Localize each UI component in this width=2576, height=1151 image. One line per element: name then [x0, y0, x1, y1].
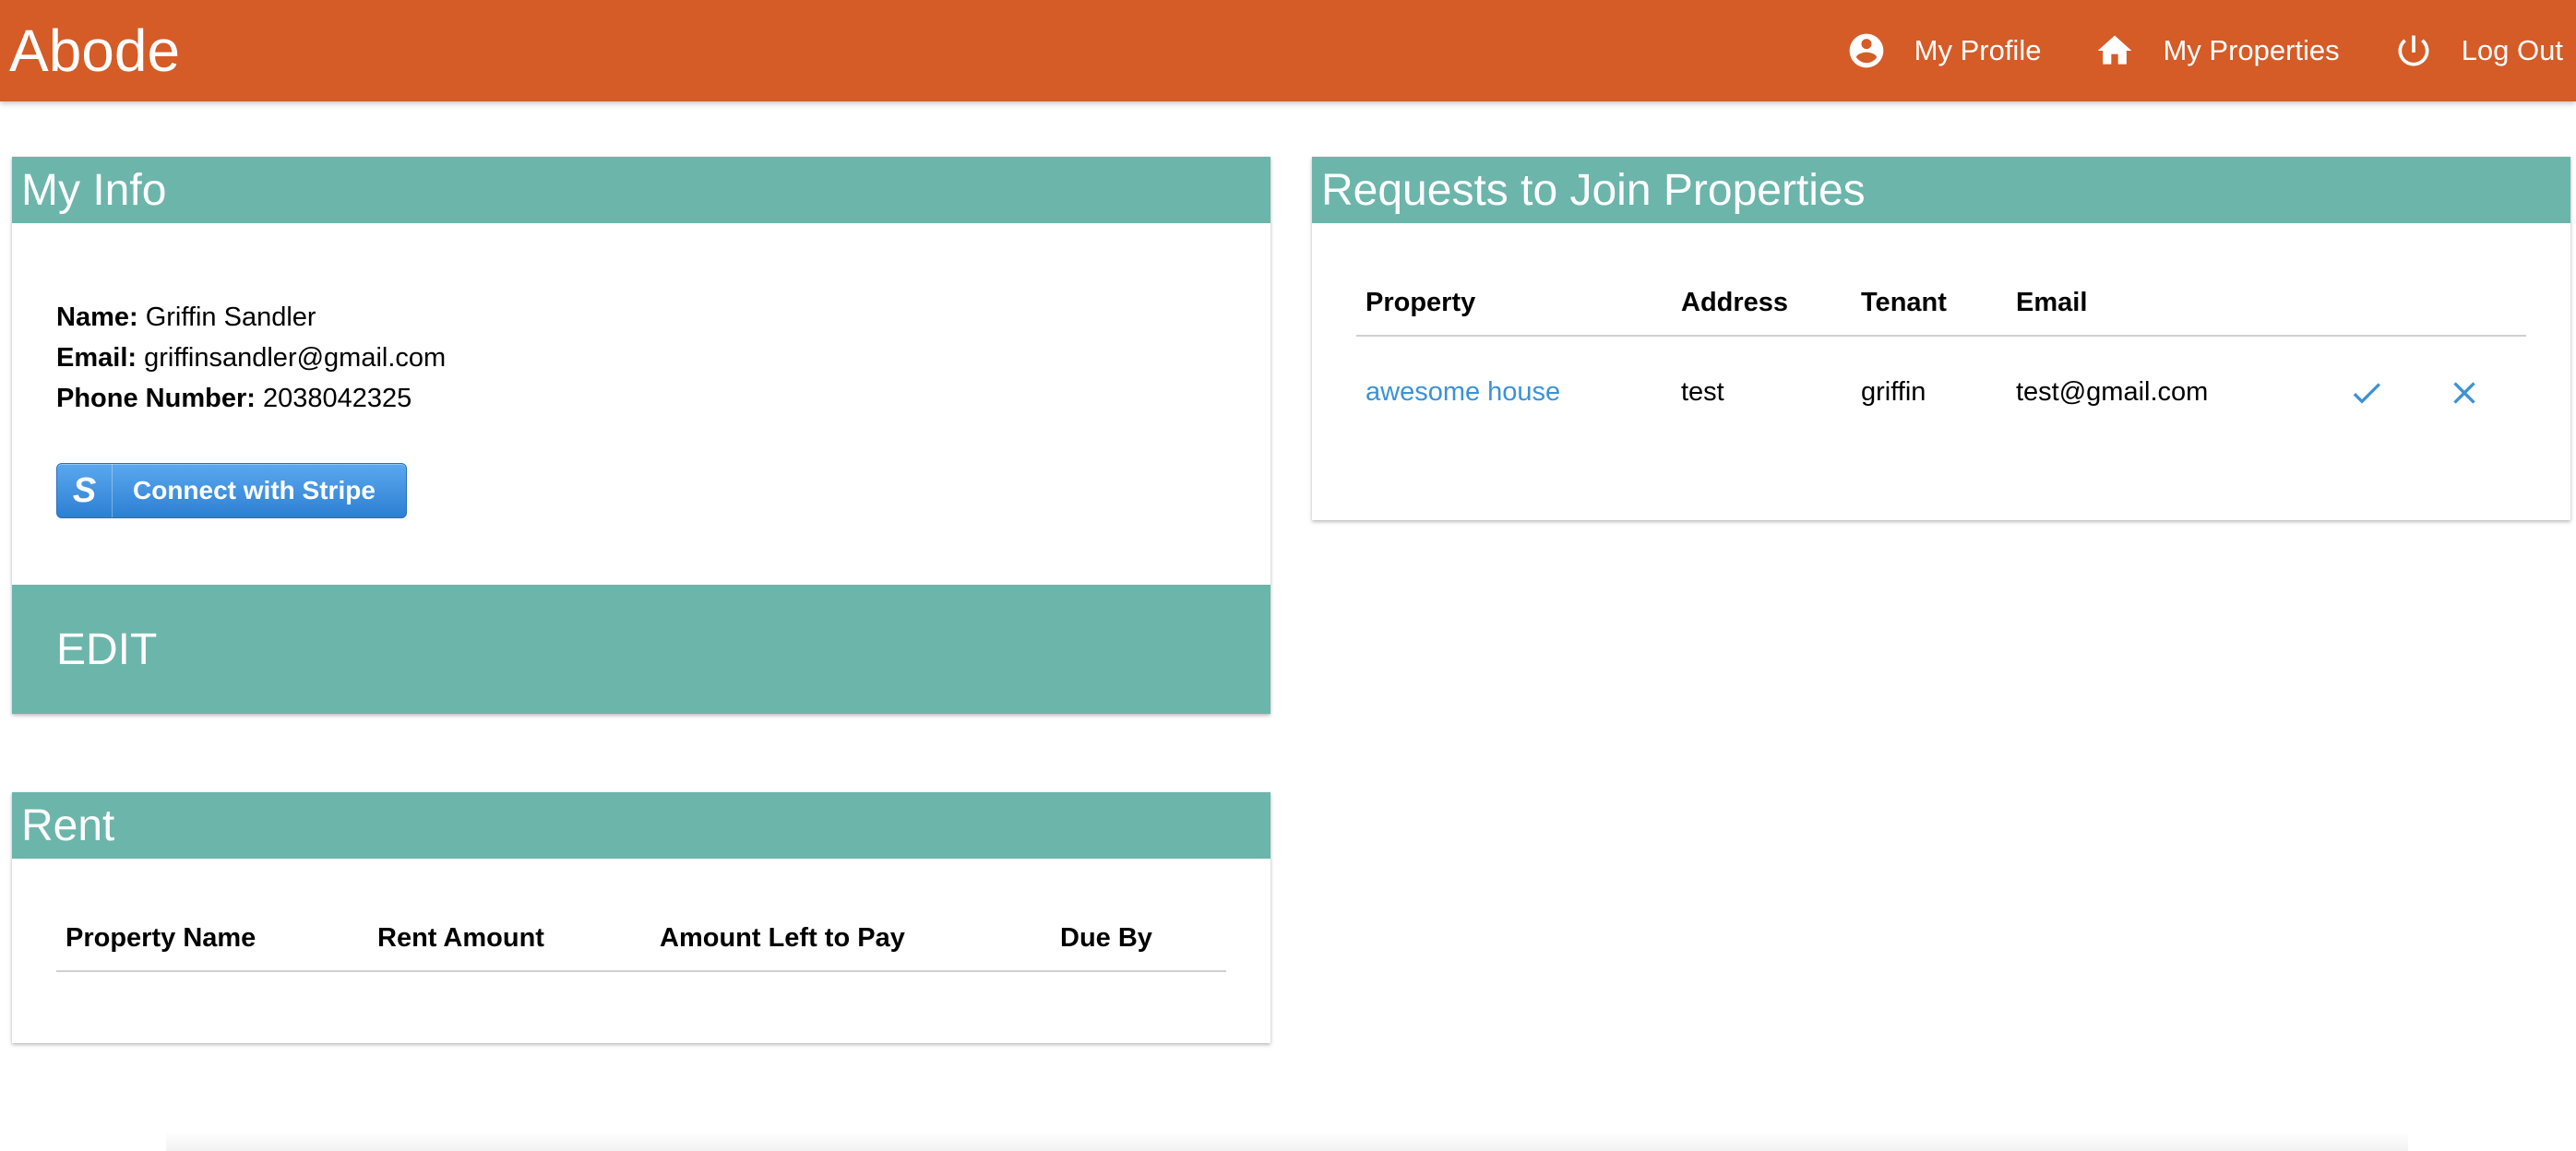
name-value: Griffin Sandler [145, 303, 316, 332]
nav-my-properties-label: My Properties [2163, 34, 2340, 66]
power-icon [2398, 35, 2429, 66]
req-col-address: Address [1681, 271, 1861, 337]
rent-header-row: Property Name Rent Amount Amount Left to… [56, 907, 1226, 972]
req-col-email: Email [2016, 271, 2339, 337]
approve-check-icon[interactable] [2348, 374, 2385, 411]
rent-title: Rent [12, 792, 1270, 859]
my-info-card: My Info Name: Griffin Sandler Email: gri… [12, 157, 1270, 714]
table-row: awesome house test griffin test@gmail.co… [1356, 336, 2526, 448]
email-row: Email: griffinsandler@gmail.com [56, 338, 1226, 378]
requests-header-row: Property Address Tenant Email [1356, 271, 2526, 337]
req-cell-address: test [1681, 377, 1724, 407]
reject-close-icon[interactable] [2446, 374, 2483, 411]
req-cell-email: test@gmail.com [2016, 377, 2209, 407]
account-circle-icon [1849, 33, 1883, 68]
edit-button[interactable]: EDIT [12, 585, 1270, 714]
rent-col-property-name: Property Name [56, 907, 377, 972]
nav-my-profile[interactable]: My Profile [1846, 30, 2042, 71]
connect-stripe-label: Connect with Stripe [133, 476, 376, 504]
req-col-tenant: Tenant [1861, 271, 2016, 337]
top-app-bar: Abode My Profile My Properties Log Out [0, 0, 2576, 101]
rent-col-due-by: Due By [1060, 907, 1226, 972]
top-nav: My Profile My Properties Log Out [1793, 0, 2576, 101]
nav-my-profile-label: My Profile [1914, 34, 2042, 66]
req-col-actions [2339, 271, 2526, 337]
brand-logo[interactable]: Abode [9, 21, 180, 80]
phone-value: 2038042325 [262, 384, 412, 413]
nav-log-out[interactable]: Log Out [2393, 30, 2563, 71]
connect-stripe-button[interactable]: S Connect with Stripe [56, 463, 407, 518]
stripe-logo-icon: S [57, 464, 113, 517]
email-label: Email: [56, 343, 137, 373]
req-cell-actions [2339, 336, 2526, 448]
rent-card: Rent Property Name Rent Amount Amount Le… [12, 792, 1270, 1043]
my-info-title: My Info [12, 157, 1270, 223]
phone-label: Phone Number: [56, 384, 256, 413]
req-col-property: Property [1356, 271, 1681, 337]
my-info-body: Name: Griffin Sandler Email: griffinsand… [12, 223, 1270, 518]
rent-col-rent-amount: Rent Amount [377, 907, 660, 972]
name-label: Name: [56, 303, 138, 332]
requests-card: Requests to Join Properties Property Add… [1312, 157, 2570, 520]
email-value: griffinsandler@gmail.com [144, 343, 447, 373]
req-cell-tenant: griffin [1861, 377, 1926, 407]
nav-log-out-label: Log Out [2461, 34, 2563, 66]
rent-table: Property Name Rent Amount Amount Left to… [56, 907, 1226, 972]
property-link[interactable]: awesome house [1366, 377, 1560, 407]
requests-title: Requests to Join Properties [1312, 157, 2570, 223]
bottom-shadow [166, 1131, 2408, 1151]
phone-row: Phone Number: 2038042325 [56, 378, 1226, 419]
name-row: Name: Griffin Sandler [56, 297, 1226, 338]
requests-table: Property Address Tenant Email awesome ho… [1356, 271, 2526, 448]
nav-my-properties[interactable]: My Properties [2094, 30, 2340, 71]
home-icon [2098, 35, 2132, 65]
req-cell-property: awesome house [1356, 336, 1681, 448]
my-info-details: Name: Griffin Sandler Email: griffinsand… [56, 223, 1226, 419]
rent-col-amount-left: Amount Left to Pay [660, 907, 1060, 972]
